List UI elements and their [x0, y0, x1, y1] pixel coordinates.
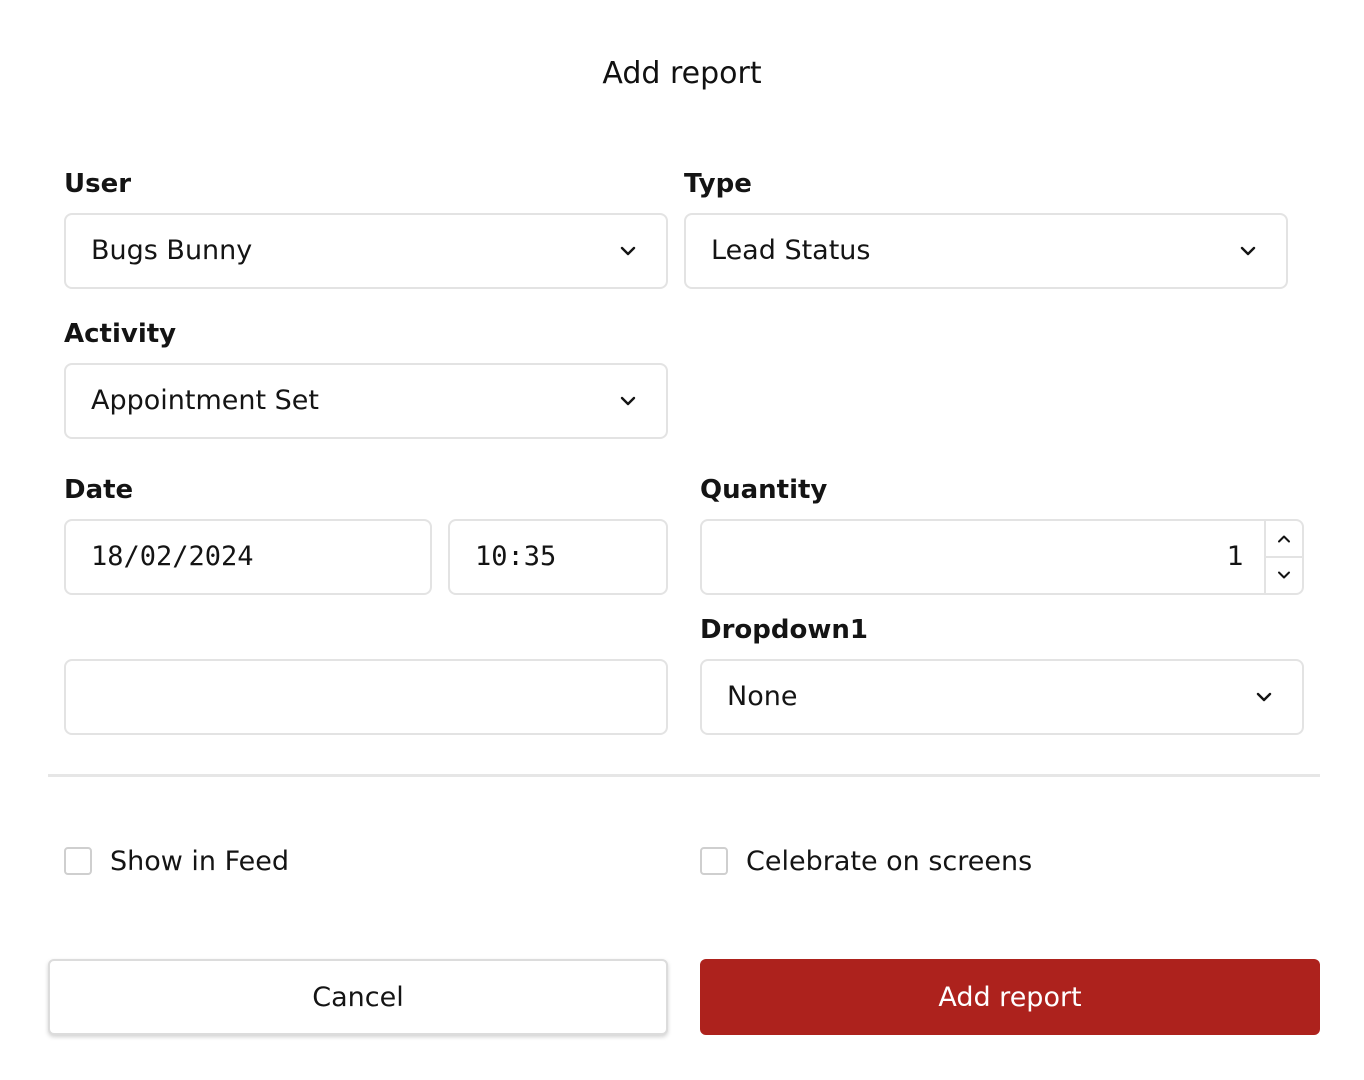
- activity-select-value: Appointment Set: [91, 385, 319, 416]
- chevron-down-icon: [620, 246, 636, 256]
- add-report-button[interactable]: Add report: [700, 959, 1320, 1035]
- show-in-feed-option[interactable]: Show in Feed: [64, 844, 289, 878]
- quantity-stepper[interactable]: 1: [700, 519, 1304, 595]
- type-label: Type: [684, 169, 752, 199]
- section-divider: [48, 774, 1320, 777]
- chevron-down-icon: [1256, 692, 1272, 702]
- activity-select[interactable]: Appointment Set: [64, 363, 668, 439]
- decrement-button[interactable]: [1266, 557, 1302, 593]
- chevron-down-icon: [1278, 571, 1290, 579]
- dropdown1-select-value: None: [727, 681, 798, 712]
- chevron-down-icon: [620, 396, 636, 406]
- quantity-spinner: [1264, 521, 1302, 593]
- user-label: User: [64, 169, 132, 199]
- dropdown1-select[interactable]: None: [700, 659, 1304, 735]
- activity-label: Activity: [64, 319, 177, 349]
- time-input[interactable]: 10:35: [448, 519, 668, 595]
- show-in-feed-checkbox[interactable]: [64, 847, 92, 875]
- quantity-value: 1: [1226, 541, 1244, 572]
- notes-input[interactable]: [64, 659, 668, 735]
- type-select[interactable]: Lead Status: [684, 213, 1288, 289]
- date-input[interactable]: 18/02/2024: [64, 519, 432, 595]
- cancel-button[interactable]: Cancel: [48, 959, 668, 1035]
- dialog-title: Add report: [602, 56, 762, 91]
- celebrate-on-screens-checkbox[interactable]: [700, 847, 728, 875]
- show-in-feed-label: Show in Feed: [110, 845, 290, 877]
- celebrate-on-screens-option[interactable]: Celebrate on screens: [700, 844, 1032, 878]
- increment-button[interactable]: [1266, 521, 1302, 558]
- date-input-value: 18/02/2024: [91, 541, 254, 572]
- type-select-value: Lead Status: [711, 235, 871, 266]
- chevron-up-icon: [1278, 535, 1290, 542]
- user-select[interactable]: Bugs Bunny: [64, 213, 668, 289]
- user-select-value: Bugs Bunny: [91, 235, 253, 266]
- dropdown1-label: Dropdown1: [700, 615, 868, 645]
- celebrate-on-screens-label: Celebrate on screens: [746, 845, 1033, 877]
- chevron-down-icon: [1240, 246, 1256, 256]
- quantity-label: Quantity: [700, 475, 828, 505]
- date-label: Date: [64, 475, 134, 505]
- time-input-value: 10:35: [475, 541, 557, 572]
